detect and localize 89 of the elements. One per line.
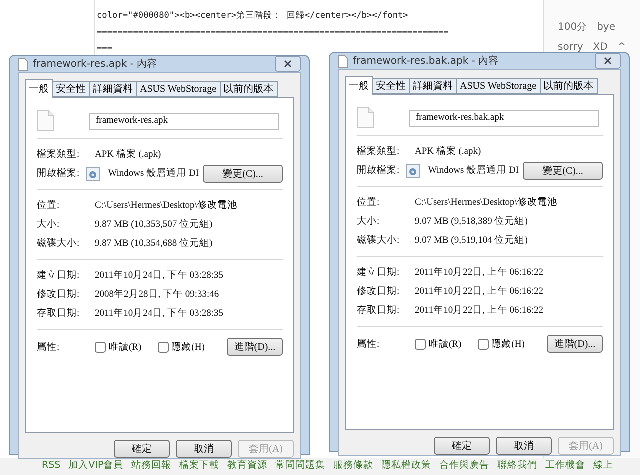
- file-name-field[interactable]: framework-res.apk: [89, 112, 279, 130]
- dialog-button[interactable]: 確定: [114, 440, 170, 458]
- checkbox[interactable]: [415, 338, 426, 350]
- sidebar-text: sorry XD ^: [558, 41, 628, 54]
- checkbox[interactable]: [95, 342, 106, 352]
- field-label: 存取日期:: [37, 307, 81, 320]
- footer-link[interactable]: 工作機會: [546, 460, 586, 472]
- code-line: color="#000080"><b><center>第三階段： 回歸</center></b></font>: [97, 10, 410, 22]
- field-label: 屬性:: [37, 341, 61, 354]
- file-name-field[interactable]: framework-res.bak.apk: [409, 110, 599, 126]
- footer-link[interactable]: 加入VIP會員: [68, 460, 124, 472]
- tab[interactable]: ASUS WebStorage: [456, 78, 541, 94]
- field-value: 2008年2月28日, 下午 09:33:46: [95, 288, 220, 301]
- footer-link[interactable]: 站務回報: [132, 460, 172, 472]
- field-value: 2011年10月24日, 下午 03:28:35: [95, 308, 224, 320]
- field-value: C:\Users\Hermes\Desktop\修改電池: [415, 196, 558, 209]
- footer-link[interactable]: 常問問題集: [276, 460, 326, 472]
- field-value: 9.87 MB (10,353,507 位元組): [95, 218, 213, 231]
- field-label: 檔案類型:: [37, 148, 81, 161]
- field-label: 檔案類型:: [357, 145, 401, 158]
- footer-link[interactable]: 聯絡我們: [498, 460, 538, 472]
- tab[interactable]: ASUS WebStorage: [136, 81, 221, 97]
- checkbox[interactable]: [478, 338, 489, 350]
- footer-link[interactable]: 檔案下載: [180, 460, 220, 472]
- field-value: 2011年10月22日, 上午 06:16:22: [415, 266, 544, 279]
- tab[interactable]: 安全性: [372, 78, 410, 94]
- field-value: C:\Users\Hermes\Desktop\修改電池: [95, 199, 238, 212]
- checkbox-label[interactable]: 唯讀(R): [95, 340, 142, 354]
- tab[interactable]: 詳細資料: [89, 81, 137, 97]
- field-label: 修改日期:: [357, 285, 401, 298]
- window-title: framework-res.apk - 內容: [33, 58, 158, 71]
- field-label: 磁碟大小:: [357, 234, 401, 247]
- field-label: 開啟檔案:: [37, 167, 81, 180]
- code-line: ====================================================================: [97, 28, 450, 38]
- field-label: 大小:: [357, 215, 381, 228]
- code-line: ===: [97, 44, 114, 54]
- file-icon: [18, 58, 28, 70]
- tab[interactable]: 以前的版本: [220, 81, 278, 97]
- footer-link[interactable]: 服務條款: [334, 460, 374, 472]
- footer-link[interactable]: 合作與廣告: [440, 460, 490, 472]
- advanced-button[interactable]: 進階(D)...: [547, 335, 603, 353]
- footer-link[interactable]: 教育資源: [228, 460, 268, 472]
- footer-link[interactable]: RSS: [42, 460, 61, 472]
- close-icon: [284, 60, 292, 68]
- field-label: 存取日期:: [357, 304, 401, 317]
- file-icon: [357, 107, 375, 129]
- advanced-button[interactable]: 進階(D)...: [227, 338, 283, 356]
- change-button[interactable]: 變更(C)...: [203, 164, 283, 182]
- field-label: 位置:: [357, 196, 381, 209]
- dialog-button[interactable]: 確定: [434, 437, 490, 455]
- checkbox-label[interactable]: 唯讀(R): [415, 338, 462, 350]
- field-value: 9.07 MB (9,518,389 位元組): [415, 216, 528, 228]
- field-value: 9.87 MB (10,354,688 位元組): [95, 238, 213, 250]
- footer-link[interactable]: 隱私權政策: [382, 460, 432, 472]
- field-value: APK 檔案 (.apk): [95, 148, 162, 161]
- field-value: Windows 殼層通用 DI: [428, 164, 519, 177]
- close-icon: [604, 57, 612, 65]
- tab[interactable]: 一般: [25, 79, 53, 98]
- close-button[interactable]: [595, 53, 621, 69]
- field-label: 修改日期:: [37, 288, 81, 301]
- field-label: 屬性:: [357, 338, 381, 350]
- tab[interactable]: 詳細資料: [409, 78, 457, 94]
- checkbox[interactable]: [158, 342, 169, 352]
- field-label: 開啟檔案:: [357, 164, 401, 177]
- window-title: framework-res.bak.apk - 內容: [353, 54, 500, 68]
- field-label: 位置:: [37, 199, 61, 212]
- checkbox-label[interactable]: 隱藏(H): [158, 340, 205, 354]
- field-label: 建立日期:: [357, 266, 401, 279]
- field-value: 2011年10月22日, 上午 06:16:22: [415, 304, 544, 317]
- footer-link[interactable]: 線上: [594, 460, 614, 472]
- tab[interactable]: 以前的版本: [540, 78, 598, 94]
- checkbox-label[interactable]: 隱藏(H): [478, 338, 525, 350]
- field-label: 建立日期:: [37, 269, 81, 282]
- field-value: Windows 殼層通用 DI: [108, 167, 199, 180]
- change-button[interactable]: 變更(C)...: [523, 162, 603, 180]
- field-value: APK 檔案 (.apk): [415, 145, 482, 158]
- dialog-button[interactable]: 取消: [176, 440, 232, 458]
- field-value: 9.07 MB (9,519,104 位元組): [415, 234, 528, 247]
- field-label: 磁碟大小:: [37, 237, 81, 250]
- field-value: 2011年10月24日, 下午 03:28:35: [95, 270, 224, 282]
- dialog-button[interactable]: 取消: [496, 437, 552, 455]
- file-icon: [37, 110, 55, 132]
- sidebar-text: 100分 bye: [558, 21, 617, 34]
- tab[interactable]: 一般: [345, 76, 373, 95]
- tab[interactable]: 安全性: [52, 81, 90, 97]
- close-button[interactable]: [275, 56, 301, 72]
- field-label: 大小:: [37, 218, 61, 231]
- field-value: 2011年10月22日, 上午 06:16:22: [415, 285, 544, 298]
- file-icon: [338, 54, 348, 68]
